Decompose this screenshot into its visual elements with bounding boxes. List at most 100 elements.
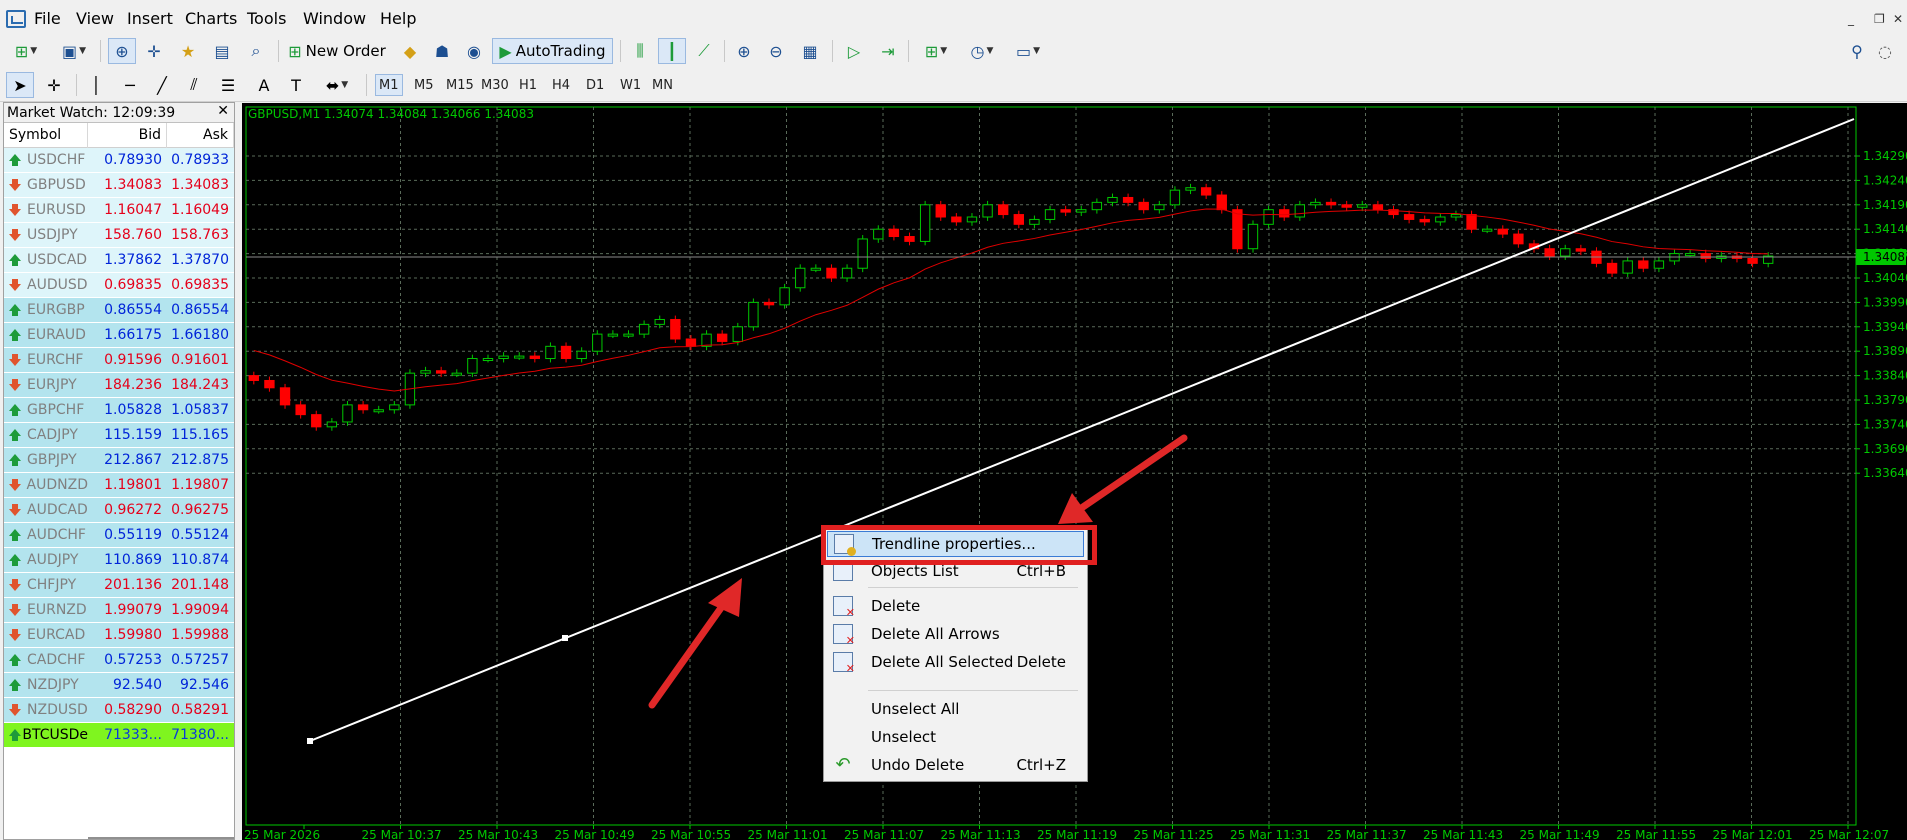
navigator-button[interactable]: ★ [174, 38, 202, 64]
menu-charts[interactable]: Charts [185, 9, 237, 28]
symbol-row[interactable]: AUDNZD 1.19801 1.19807 [4, 473, 234, 498]
messages-button[interactable]: ◌ [1874, 38, 1896, 64]
chart-shift-button[interactable]: ⇥ [874, 38, 902, 64]
symbol-row[interactable]: CADJPY 115.159 115.165 [4, 423, 234, 448]
symbol-row[interactable]: BTCUSDe 71333... 71380... [4, 723, 234, 748]
menu-unselect[interactable]: Unselect [827, 724, 1084, 750]
cursor-button[interactable]: ➤ [6, 72, 34, 98]
text-label-button[interactable]: T [282, 72, 310, 98]
timeframe-m30[interactable]: M30 [478, 74, 512, 96]
symbol-row[interactable]: CADCHF 0.57253 0.57257 [4, 648, 234, 673]
column-bid[interactable]: Bid [88, 122, 167, 148]
vertical-line-button[interactable]: │ [82, 72, 110, 98]
new-order-button[interactable]: ⊞ New Order [285, 38, 389, 64]
auto-scroll-button[interactable]: ▷ [840, 38, 868, 64]
time-label: 25 Mar 2026 [244, 828, 320, 840]
timeframe-m5[interactable]: M5 [411, 74, 437, 96]
ask-cell: 110.874 [171, 552, 229, 568]
profiles-button[interactable]: ▣ ▼ [56, 38, 92, 64]
menu-file[interactable]: File [34, 9, 61, 28]
symbol-row[interactable]: EURNZD 1.99079 1.99094 [4, 598, 234, 623]
timeframe-m15[interactable]: M15 [443, 74, 477, 96]
menu-insert[interactable]: Insert [127, 9, 173, 28]
symbol-row[interactable]: GBPJPY 212.867 212.875 [4, 448, 234, 473]
symbol-row[interactable]: EURJPY 184.236 184.243 [4, 373, 234, 398]
symbol-row[interactable]: EURCAD 1.59980 1.59988 [4, 623, 234, 648]
templates-button[interactable]: ▭ ▼ [1008, 38, 1048, 64]
text-button[interactable]: A [250, 72, 278, 98]
equidistant-channel-button[interactable]: ⫽ [180, 72, 208, 98]
menu-view[interactable]: View [76, 9, 114, 28]
symbol-row[interactable]: USDJPY 158.760 158.763 [4, 223, 234, 248]
horizontal-scrollbar[interactable] [88, 837, 234, 839]
symbol-row[interactable]: GBPCHF 1.05828 1.05837 [4, 398, 234, 423]
arrow-up-icon [8, 529, 22, 541]
zoom-out-button[interactable]: ⊖ [762, 38, 790, 64]
symbol-row[interactable]: NZDUSD 0.58290 0.58291 [4, 698, 234, 723]
symbol-name: GBPCHF [27, 402, 85, 418]
horizontal-line-button[interactable]: ─ [116, 72, 144, 98]
menu-unselect-all[interactable]: Unselect All [827, 696, 1084, 722]
timeframe-mn[interactable]: MN [649, 74, 676, 96]
symbol-row[interactable]: AUDCAD 0.96272 0.96275 [4, 498, 234, 523]
bar-chart-button[interactable]: ⫼ [626, 38, 654, 64]
symbol-row[interactable]: EURUSD 1.16047 1.16049 [4, 198, 234, 223]
symbol-row[interactable]: USDCAD 1.37862 1.37870 [4, 248, 234, 273]
menu-delete-all-arrows[interactable]: Delete All Arrows [827, 621, 1084, 647]
candle-bull [342, 404, 353, 423]
candle-bull [467, 358, 478, 374]
symbol-row[interactable]: EURGBP 0.86554 0.86554 [4, 298, 234, 323]
tile-windows-button[interactable]: ▦ [796, 38, 824, 64]
candle-bull [638, 323, 650, 335]
close-icon[interactable]: ✕ [217, 103, 229, 119]
data-window-button[interactable]: ✛ [140, 38, 168, 64]
indicators-button[interactable]: ⊞ ▼ [916, 38, 956, 64]
fibonacci-button[interactable]: ☰ [214, 72, 242, 98]
market-watch-toggle[interactable]: ⊕ [108, 38, 136, 64]
periods-button[interactable]: ◷ ▼ [962, 38, 1002, 64]
metaeditor-button[interactable]: ◆ [396, 38, 424, 64]
candle-bull [498, 355, 509, 360]
symbol-row[interactable]: AUDJPY 110.869 110.874 [4, 548, 234, 573]
symbol-row[interactable]: GBPUSD 1.34083 1.34083 [4, 173, 234, 198]
autotrading-button[interactable]: ▶ AutoTrading [492, 38, 613, 64]
line-chart-button[interactable]: ⟋ [690, 38, 718, 64]
new-chart-button[interactable]: ⊞ ▼ [6, 38, 46, 64]
timeframe-h4[interactable]: H4 [549, 74, 573, 96]
signals-button[interactable]: ☗ [428, 38, 456, 64]
terminal-button[interactable]: ▤ [208, 38, 236, 64]
menu-undo-delete[interactable]: ↶ Undo Delete Ctrl+Z [827, 752, 1084, 778]
close-window-icon[interactable]: ✕ [1893, 12, 1903, 26]
minimize-icon[interactable]: _ [1848, 12, 1854, 26]
timeframe-m1[interactable]: M1 [375, 74, 403, 96]
trendline-button[interactable]: ╱ [148, 72, 176, 98]
candlestick-button[interactable]: ┃ [658, 38, 686, 64]
crosshair-button[interactable]: ✛ [40, 72, 68, 98]
column-ask[interactable]: Ask [167, 122, 234, 148]
restore-icon[interactable]: ❐ [1874, 12, 1885, 26]
menu-delete[interactable]: Delete [827, 593, 1084, 619]
menu-window[interactable]: Window [303, 9, 366, 28]
symbol-row[interactable]: AUDCHF 0.55119 0.55124 [4, 523, 234, 548]
symbol-row[interactable]: AUDUSD 0.69835 0.69835 [4, 273, 234, 298]
menu-delete-all-selected[interactable]: Delete All Selected Delete [827, 649, 1084, 675]
symbol-row[interactable]: USDCHF 0.78930 0.78933 [4, 148, 234, 173]
symbol-row[interactable]: EURCHF 0.91596 0.91601 [4, 348, 234, 373]
ask-cell: 1.05837 [171, 402, 229, 418]
strategy-tester-button[interactable]: ⌕ [242, 38, 270, 64]
symbol-row[interactable]: CHFJPY 201.136 201.148 [4, 573, 234, 598]
search-button[interactable]: ⚲ [1846, 38, 1868, 64]
zoom-in-button[interactable]: ⊕ [730, 38, 758, 64]
column-symbol[interactable]: Symbol [4, 122, 88, 148]
menu-tools[interactable]: Tools [247, 9, 286, 28]
price-label: 1.33640 [1863, 466, 1907, 480]
vps-button[interactable]: ◉ [460, 38, 488, 64]
menu-help[interactable]: Help [380, 9, 416, 28]
timeframe-d1[interactable]: D1 [583, 74, 607, 96]
arrows-button[interactable]: ⬌ ▼ [316, 72, 358, 98]
symbol-cell: AUDUSD [4, 277, 88, 293]
symbol-row[interactable]: NZDJPY 92.540 92.546 [4, 673, 234, 698]
symbol-row[interactable]: EURAUD 1.66175 1.66180 [4, 323, 234, 348]
timeframe-h1[interactable]: H1 [516, 74, 540, 96]
timeframe-w1[interactable]: W1 [617, 74, 644, 96]
